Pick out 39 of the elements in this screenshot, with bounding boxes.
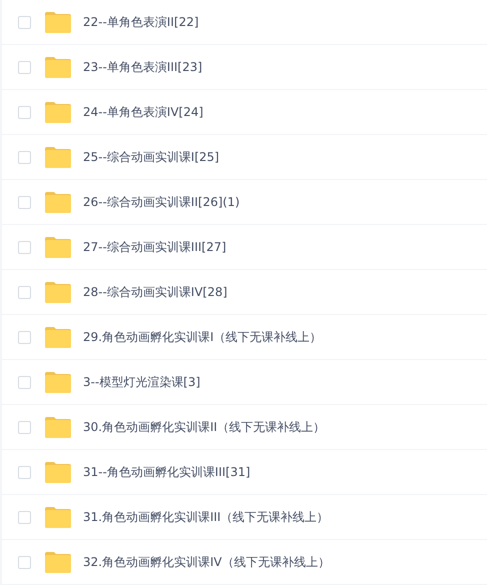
checkbox[interactable] — [18, 106, 31, 118]
folder-name[interactable]: 28--综合动画实训课IV[28] — [83, 284, 228, 300]
folder-icon — [45, 506, 71, 528]
checkbox[interactable] — [18, 240, 31, 254]
checkbox[interactable] — [18, 150, 31, 164]
checkbox[interactable] — [18, 376, 31, 388]
folder-icon — [45, 416, 71, 438]
folder-icon — [45, 372, 71, 392]
folder-name[interactable]: 23--单角色表演III[23] — [83, 58, 202, 76]
checkbox[interactable] — [18, 510, 31, 524]
checkbox[interactable] — [18, 196, 31, 208]
folder-icon — [45, 552, 71, 572]
folder-icon — [45, 462, 71, 482]
checkbox[interactable] — [18, 466, 31, 478]
checkbox[interactable] — [18, 16, 31, 28]
folder-name[interactable]: 31.角色动画孵化实训课III（线下无课补线上） — [83, 508, 329, 526]
folder-name[interactable]: 3--模型灯光渲染课[3] — [83, 374, 200, 390]
folder-name[interactable]: 24--单角色表演IV[24] — [83, 104, 204, 120]
folder-icon — [45, 146, 71, 168]
folder-name[interactable]: 26--综合动画实训课II[26](1) — [83, 194, 240, 210]
checkbox[interactable] — [18, 286, 31, 298]
folder-name[interactable]: 29.角色动画孵化实训课I（线下无课补线上） — [83, 328, 322, 346]
folder-name[interactable]: 27--综合动画实训课III[27] — [83, 238, 226, 256]
folder-icon — [45, 102, 71, 122]
folder-name[interactable]: 31--角色动画孵化实训课III[31] — [83, 464, 250, 480]
checkbox[interactable] — [18, 60, 31, 74]
folder-name[interactable]: 22--单角色表演II[22] — [83, 14, 199, 30]
folder-icon — [45, 282, 71, 302]
checkbox[interactable] — [18, 330, 31, 344]
checkbox[interactable] — [18, 420, 31, 434]
folder-icon — [45, 326, 71, 348]
folder-icon — [45, 192, 71, 212]
folder-name[interactable]: 30.角色动画孵化实训课II（线下无课补线上） — [83, 418, 326, 436]
folder-name[interactable]: 25--综合动画实训课I[25] — [83, 148, 220, 166]
folder-name[interactable]: 32.角色动画孵化实训课IV（线下无课补线上） — [83, 554, 330, 570]
checkbox[interactable] — [18, 556, 31, 568]
folder-icon — [45, 12, 71, 32]
folder-icon — [45, 236, 71, 258]
folder-icon — [45, 56, 71, 78]
